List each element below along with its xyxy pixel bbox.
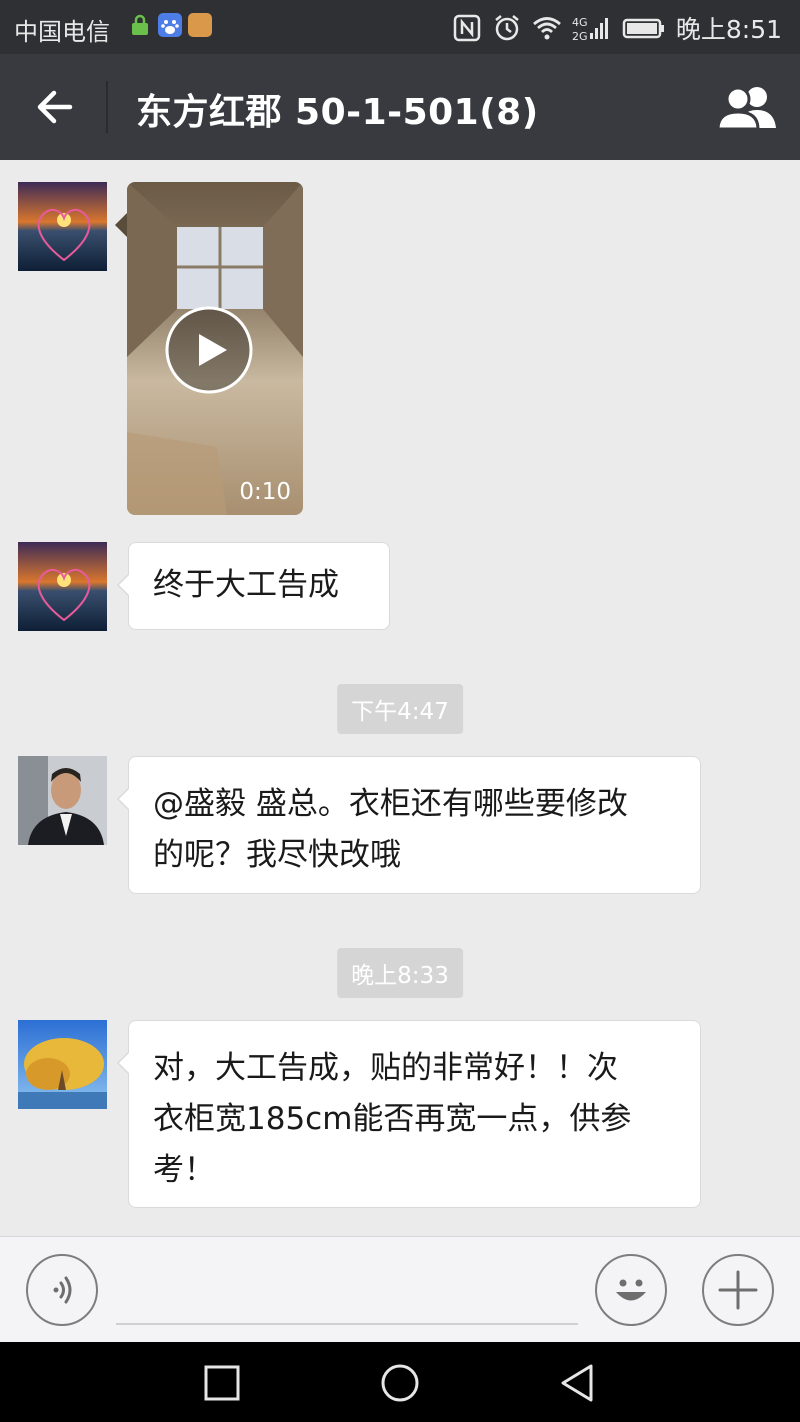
- lock-app-icon: [128, 13, 152, 37]
- wifi-icon: [532, 17, 561, 40]
- avatar-sunset[interactable]: [18, 542, 107, 631]
- voice-icon: [53, 1276, 72, 1304]
- input-bar: [0, 1236, 800, 1342]
- carrier-label: 中国电信: [14, 18, 110, 46]
- orange-app-icon: [188, 13, 212, 37]
- chat-area[interactable]: 0:10 终于大工告成 下午4:47 @盛毅 盛总。衣柜还有哪些要修改 的呢？我…: [0, 160, 800, 1236]
- svg-text:2G: 2G: [572, 30, 588, 43]
- battery-icon: [622, 18, 664, 39]
- emoji-icon: [616, 1279, 646, 1301]
- text-message[interactable]: 对，大工告成，贴的非常好！！次 衣柜宽185cm能否再宽一点，供参 考！: [117, 1020, 701, 1208]
- message-line: 考！: [153, 1152, 215, 1188]
- avatar-golden-tree[interactable]: [18, 1020, 107, 1109]
- voice-button[interactable]: [26, 1254, 98, 1326]
- emoji-button[interactable]: [595, 1254, 667, 1326]
- avatar-sunset[interactable]: [18, 182, 107, 271]
- input-underline: [116, 1323, 578, 1325]
- chat-title: 东方红郡 50-1-501(8): [136, 92, 539, 133]
- timestamp: 下午4:47: [337, 684, 463, 734]
- text-message[interactable]: 终于大工告成: [117, 542, 390, 630]
- nfc-icon: [453, 14, 481, 42]
- video-message[interactable]: 0:10: [127, 182, 303, 515]
- message-line: 衣柜宽185cm能否再宽一点，供参: [153, 1101, 632, 1137]
- plus-button[interactable]: [702, 1254, 774, 1326]
- title-divider: [106, 81, 108, 133]
- group-members-button[interactable]: [716, 84, 778, 131]
- status-time: 晚上8:51: [675, 15, 782, 44]
- signal-4g-2g-icon: 4G2G: [572, 16, 608, 43]
- message-input[interactable]: [118, 1263, 576, 1319]
- home-icon[interactable]: [379, 1362, 421, 1404]
- message-line: @盛毅 盛总。衣柜还有哪些要修改: [153, 786, 628, 822]
- svg-text:4G: 4G: [572, 16, 588, 29]
- arrow-left-icon: [37, 90, 73, 124]
- alarm-icon: [495, 15, 519, 41]
- recent-apps-icon[interactable]: [201, 1362, 243, 1404]
- group-members-icon: [716, 86, 776, 131]
- title-bar: 东方红郡 50-1-501(8): [0, 54, 800, 160]
- navigation-bar: [0, 1342, 800, 1422]
- timestamp: 晚上8:33: [337, 948, 463, 998]
- avatar-man-suit[interactable]: [18, 756, 107, 845]
- baidu-icon: [158, 13, 182, 37]
- back-button[interactable]: [30, 82, 80, 132]
- plus-icon: [718, 1270, 758, 1310]
- message-text: 终于大工告成: [153, 567, 339, 603]
- message-line: 对，大工告成，贴的非常好！！次: [153, 1050, 618, 1086]
- back-triangle-icon[interactable]: [557, 1362, 599, 1404]
- message-line: 的呢？我尽快改哦: [153, 837, 401, 873]
- play-icon[interactable]: [165, 306, 253, 394]
- text-message[interactable]: @盛毅 盛总。衣柜还有哪些要修改 的呢？我尽快改哦: [117, 756, 701, 894]
- video-duration: 0:10: [239, 479, 291, 505]
- status-bar: 中国电信 4G 2G 晚上8:51: [0, 0, 800, 54]
